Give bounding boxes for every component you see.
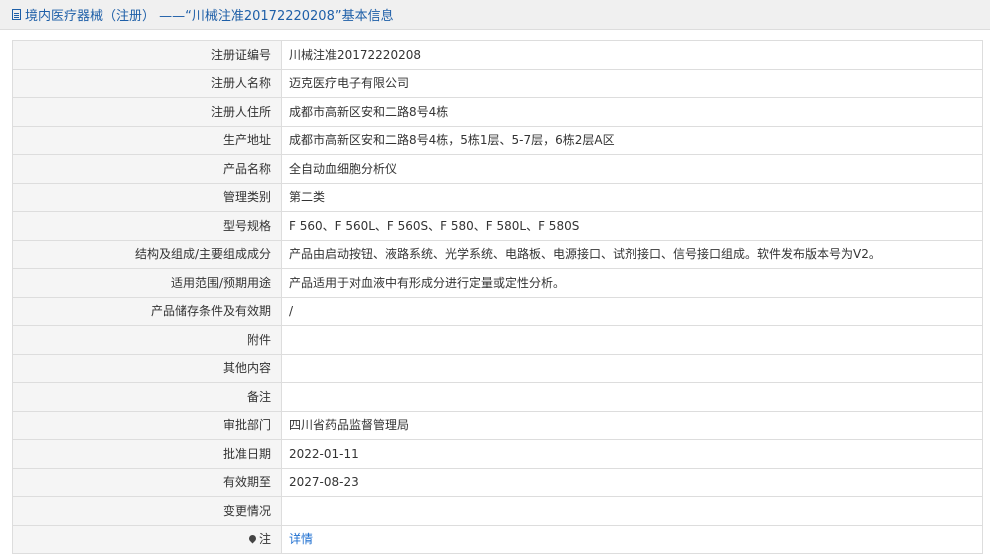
row-label: 注册人住所 bbox=[12, 97, 282, 127]
row-label: 有效期至 bbox=[12, 467, 282, 497]
table-row: 备注 bbox=[12, 382, 983, 412]
row-value bbox=[281, 325, 983, 355]
note-row: 注 详情 bbox=[12, 524, 983, 554]
row-label: 备注 bbox=[12, 382, 282, 412]
row-label: 生产地址 bbox=[12, 125, 282, 155]
row-label: 附件 bbox=[12, 325, 282, 355]
page-header: 境内医疗器械（注册） ——“川械注准20172220208”基本信息 bbox=[0, 0, 990, 30]
page-title: 境内医疗器械（注册） ——“川械注准20172220208”基本信息 bbox=[25, 9, 394, 24]
row-label: 批准日期 bbox=[12, 439, 282, 469]
row-value: 迈克医疗电子有限公司 bbox=[281, 68, 983, 98]
row-value: 成都市高新区安和二路8号4栋，5栋1层、5-7层，6栋2层A区 bbox=[281, 125, 983, 155]
table-row: 适用范围/预期用途 产品适用于对血液中有形成分进行定量或定性分析。 bbox=[12, 268, 983, 298]
row-value: 产品适用于对血液中有形成分进行定量或定性分析。 bbox=[281, 268, 983, 298]
table-row: 型号规格 F 560、F 560L、F 560S、F 580、F 580L、F … bbox=[12, 211, 983, 241]
note-label: 注 bbox=[258, 532, 271, 547]
table-row: 审批部门 四川省药品监督管理局 bbox=[12, 410, 983, 440]
row-value: F 560、F 560L、F 560S、F 580、F 580L、F 580S bbox=[281, 211, 983, 241]
row-value: 全自动血细胞分析仪 bbox=[281, 154, 983, 184]
row-label: 注册证编号 bbox=[12, 40, 282, 70]
row-label: 注册人名称 bbox=[12, 68, 282, 98]
registration-info-table: 注册证编号 川械注准20172220208 注册人名称 迈克医疗电子有限公司 注… bbox=[12, 40, 983, 554]
details-link[interactable]: 详情 bbox=[289, 532, 313, 546]
row-value: / bbox=[281, 296, 983, 326]
table-row: 注册人名称 迈克医疗电子有限公司 bbox=[12, 68, 983, 98]
row-value: 2027-08-23 bbox=[281, 467, 983, 497]
table-row: 变更情况 bbox=[12, 496, 983, 526]
row-value bbox=[281, 382, 983, 412]
row-value: 产品由启动按钮、液路系统、光学系统、电路板、电源接口、试剂接口、信号接口组成。软… bbox=[281, 239, 983, 269]
table-row: 有效期至 2027-08-23 bbox=[12, 467, 983, 497]
row-label: 变更情况 bbox=[12, 496, 282, 526]
table-row: 批准日期 2022-01-11 bbox=[12, 439, 983, 469]
table-row: 产品名称 全自动血细胞分析仪 bbox=[12, 154, 983, 184]
row-value: 成都市高新区安和二路8号4栋 bbox=[281, 97, 983, 127]
table-row: 注册证编号 川械注准20172220208 bbox=[12, 40, 983, 70]
row-label: 其他内容 bbox=[12, 353, 282, 383]
table-row: 结构及组成/主要组成成分 产品由启动按钮、液路系统、光学系统、电路板、电源接口、… bbox=[12, 239, 983, 269]
table-row: 生产地址 成都市高新区安和二路8号4栋，5栋1层、5-7层，6栋2层A区 bbox=[12, 125, 983, 155]
row-label: 管理类别 bbox=[12, 182, 282, 212]
row-value bbox=[281, 496, 983, 526]
row-label: 型号规格 bbox=[12, 211, 282, 241]
table-row: 产品储存条件及有效期 / bbox=[12, 296, 983, 326]
row-label: 产品名称 bbox=[12, 154, 282, 184]
note-label-cell: 注 bbox=[12, 524, 282, 554]
table-row: 其他内容 bbox=[12, 353, 983, 383]
row-label: 结构及组成/主要组成成分 bbox=[12, 239, 282, 269]
row-value bbox=[281, 353, 983, 383]
note-value-cell: 详情 bbox=[281, 524, 983, 554]
pin-icon bbox=[247, 533, 258, 544]
table-row: 附件 bbox=[12, 325, 983, 355]
row-value: 第二类 bbox=[281, 182, 983, 212]
row-value: 四川省药品监督管理局 bbox=[281, 410, 983, 440]
row-value: 2022-01-11 bbox=[281, 439, 983, 469]
document-icon bbox=[12, 9, 21, 20]
table-row: 注册人住所 成都市高新区安和二路8号4栋 bbox=[12, 97, 983, 127]
row-label: 审批部门 bbox=[12, 410, 282, 440]
row-label: 适用范围/预期用途 bbox=[12, 268, 282, 298]
table-row: 管理类别 第二类 bbox=[12, 182, 983, 212]
row-label: 产品储存条件及有效期 bbox=[12, 296, 282, 326]
row-value: 川械注准20172220208 bbox=[281, 40, 983, 70]
